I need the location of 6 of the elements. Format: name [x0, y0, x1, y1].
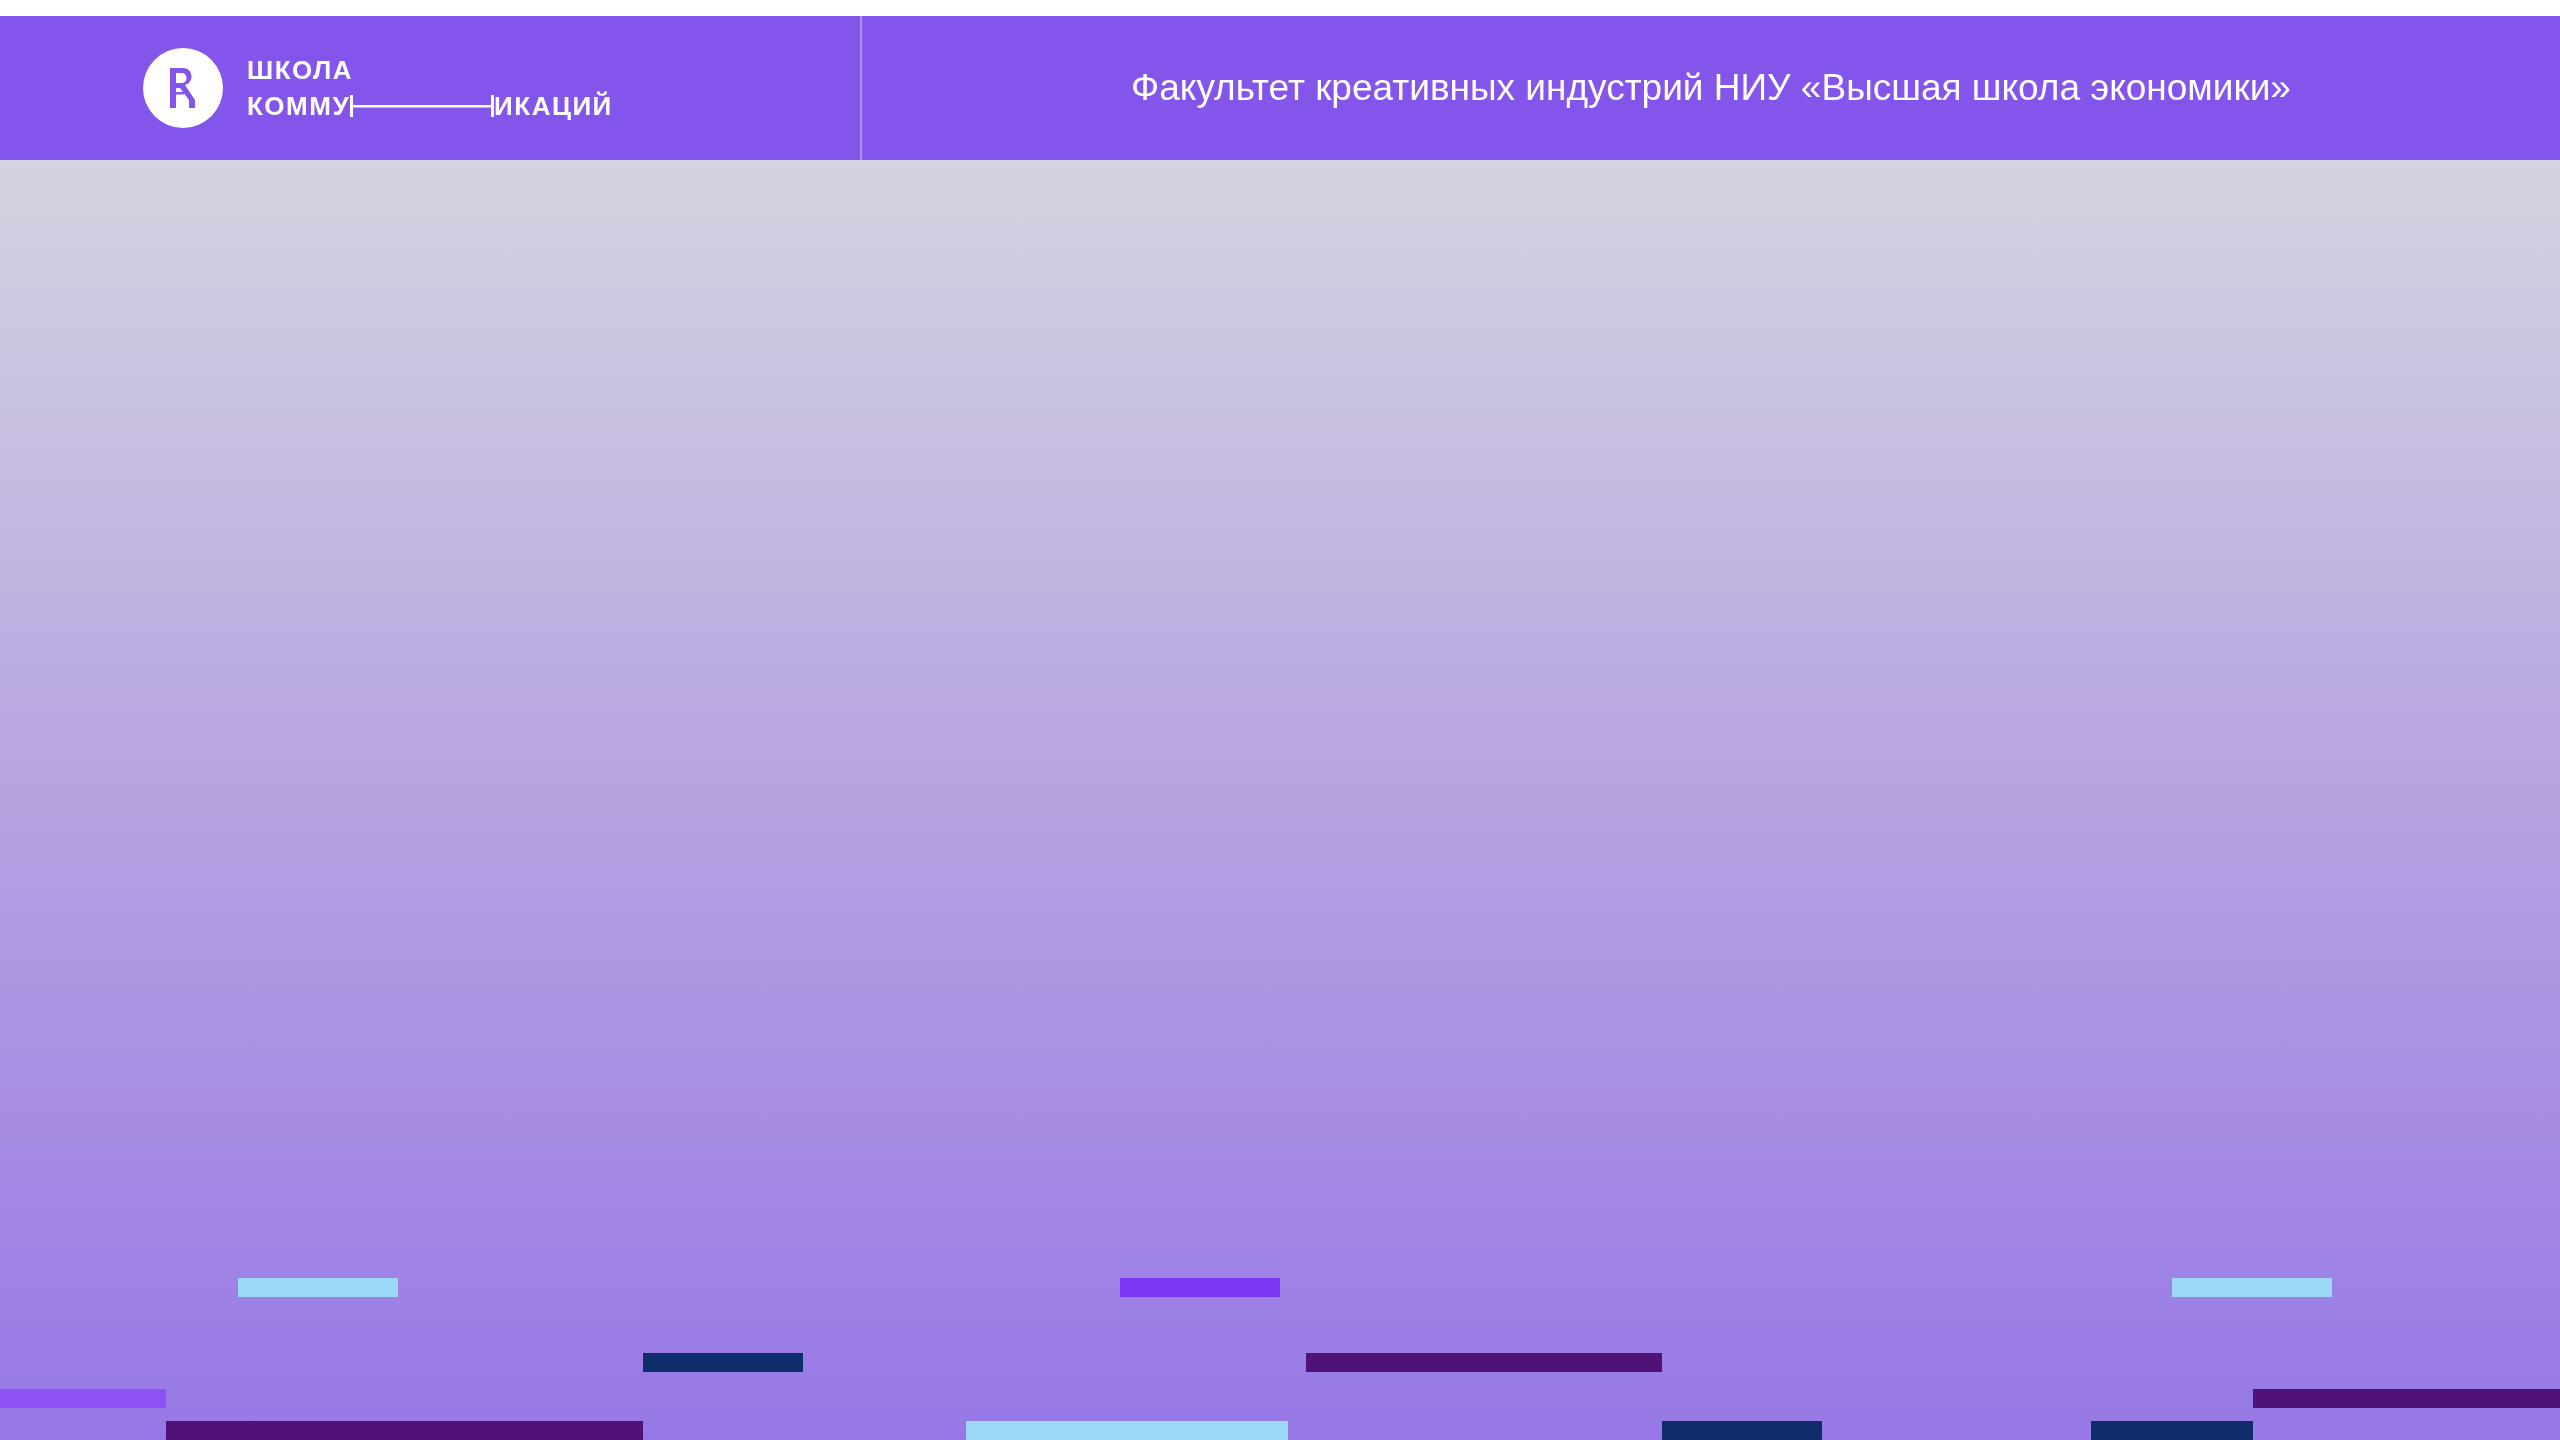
- connector-line-icon: [350, 95, 495, 117]
- logo-icon: [143, 48, 223, 128]
- logo-text: ШКОЛА: [247, 55, 355, 85]
- logo-text: ИКАЦИЙ: [494, 91, 613, 121]
- header-title: Факультет креативных индустрий НИУ «Высшая школа экономики»: [1131, 67, 2291, 109]
- logo-text: КОММУ: [247, 91, 351, 121]
